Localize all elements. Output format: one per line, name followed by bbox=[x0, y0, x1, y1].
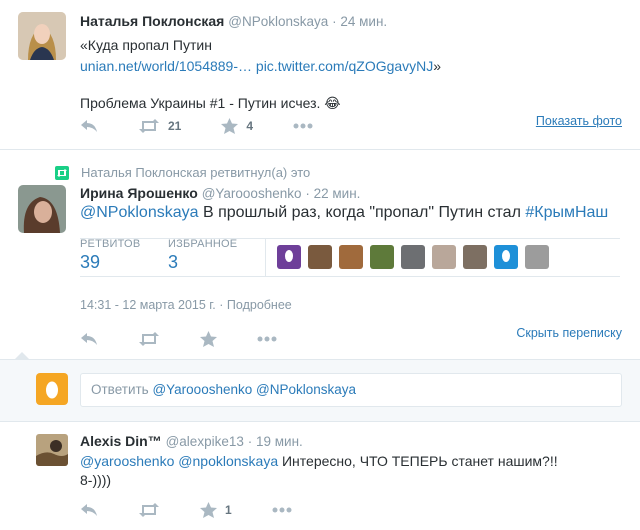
retweets-stat[interactable]: РЕТВИТОВ 39 bbox=[80, 238, 168, 276]
avatar[interactable] bbox=[401, 245, 425, 269]
avatar[interactable] bbox=[370, 245, 394, 269]
more-icon bbox=[293, 123, 313, 129]
egg-icon bbox=[46, 381, 58, 399]
hide-conversation-link[interactable]: Скрыть переписку bbox=[516, 326, 622, 340]
retweet-action[interactable]: 21 bbox=[138, 119, 181, 133]
retweet-action[interactable] bbox=[138, 503, 160, 517]
avatar[interactable] bbox=[18, 12, 66, 60]
tweet-time[interactable]: · 24 мин. bbox=[332, 14, 387, 29]
retweets-label: РЕТВИТОВ bbox=[80, 238, 141, 250]
avatar[interactable] bbox=[432, 245, 456, 269]
reply-icon bbox=[81, 333, 97, 345]
mention-link[interactable]: @NPoklonskaya bbox=[80, 204, 199, 221]
more-action[interactable] bbox=[272, 507, 292, 513]
reply-input[interactable]: Ответить @Yaroooshenko @NPoklonskaya bbox=[80, 373, 622, 407]
reply-action[interactable] bbox=[80, 332, 98, 346]
reply-icon bbox=[81, 504, 97, 516]
tweet-text: В прошлый раз, когда "пропал" Путин стал bbox=[198, 204, 526, 221]
retweet-count: 21 bbox=[168, 119, 182, 133]
star-icon bbox=[200, 502, 217, 518]
avatar[interactable] bbox=[463, 245, 487, 269]
reply-action[interactable] bbox=[80, 503, 98, 517]
tweet-alexis: Alexis Din™ @alexpike13 · 19 мин. @yaroo… bbox=[0, 422, 640, 530]
favorites-count: 3 bbox=[168, 252, 179, 272]
tweet-actions bbox=[80, 331, 317, 347]
favorite-count: 4 bbox=[246, 119, 254, 133]
more-icon bbox=[257, 336, 277, 342]
avatar[interactable] bbox=[308, 245, 332, 269]
mention-link[interactable]: @yarooshenko bbox=[80, 453, 174, 469]
more-action[interactable] bbox=[293, 123, 313, 129]
tweet-time[interactable]: · 19 мин. bbox=[248, 434, 303, 449]
avatar[interactable] bbox=[18, 185, 66, 233]
author-name[interactable]: Ирина Ярошенко bbox=[80, 185, 198, 201]
retweeted-by-notice[interactable]: Наталья Поклонская ретвитнул(а) это bbox=[81, 165, 310, 180]
details-link[interactable]: · Подробнее bbox=[219, 298, 291, 312]
avatar[interactable] bbox=[494, 245, 518, 269]
tweet-text-line1: «Куда пропал Путин bbox=[80, 37, 212, 53]
retweet-action[interactable] bbox=[138, 332, 160, 346]
tweet-yaroshenko: Наталья Поклонская ретвитнул(а) это Ирин… bbox=[0, 150, 640, 360]
favorites-stat[interactable]: ИЗБРАННОЕ 3 bbox=[168, 238, 265, 276]
author-handle[interactable]: @NPoklonskaya bbox=[228, 14, 328, 29]
tweet-actions: 1 bbox=[80, 502, 332, 518]
reply-mention: @Yaroooshenko bbox=[152, 382, 253, 397]
author-name[interactable]: Alexis Din™ bbox=[80, 433, 162, 449]
reply-caret bbox=[14, 352, 30, 360]
mention-link[interactable]: @npoklonskaya bbox=[178, 453, 278, 469]
article-link[interactable]: unian.net/world/1054889-… bbox=[80, 58, 252, 74]
author-handle[interactable]: @Yaroooshenko bbox=[202, 186, 302, 201]
tweet-stats: РЕТВИТОВ 39 ИЗБРАННОЕ 3 bbox=[80, 238, 556, 276]
tweet-text: Интересно, ЧТО ТЕПЕРЬ станет нашим?!! bbox=[278, 453, 558, 469]
retweet-icon bbox=[55, 165, 69, 180]
reply-action[interactable] bbox=[80, 119, 98, 133]
tweet-actions: 21 4 bbox=[80, 118, 353, 134]
favorite-action[interactable]: 4 bbox=[221, 118, 253, 134]
favoriter-avatars bbox=[277, 238, 556, 276]
tweet-poklonskaya: Наталья Поклонская @NPoklonskaya · 24 ми… bbox=[0, 0, 640, 150]
avatar[interactable] bbox=[525, 245, 549, 269]
reply-area: Ответить @Yaroooshenko @NPoklonskaya bbox=[0, 352, 640, 422]
photo-link[interactable]: pic.twitter.com/qZOGgavyNJ bbox=[256, 58, 433, 74]
star-icon bbox=[200, 331, 217, 347]
reply-placeholder: Ответить bbox=[91, 382, 153, 397]
tweet-text-line2: 8-)))) bbox=[80, 472, 112, 488]
tweet-time[interactable]: · 22 мин. bbox=[305, 186, 360, 201]
reply-mention: @NPoklonskaya bbox=[256, 382, 357, 397]
close-quote: » bbox=[433, 58, 442, 74]
more-action[interactable] bbox=[257, 336, 277, 342]
avatar bbox=[36, 373, 68, 405]
retweet-icon bbox=[139, 332, 159, 346]
reply-icon bbox=[81, 120, 97, 132]
favorite-count: 1 bbox=[225, 503, 232, 517]
tweet-text-line2: Проблема Украины #1 - Путин исчез. 😂 bbox=[80, 95, 341, 111]
favorites-label: ИЗБРАННОЕ bbox=[168, 238, 238, 250]
retweet-icon bbox=[139, 119, 159, 133]
author-handle[interactable]: @alexpike13 bbox=[166, 434, 244, 449]
more-icon bbox=[272, 507, 292, 513]
avatar[interactable] bbox=[277, 245, 301, 269]
hashtag-link[interactable]: #КрымНаш bbox=[525, 204, 608, 221]
show-photo-link[interactable]: Показать фото bbox=[536, 114, 622, 128]
favorite-action[interactable]: 1 bbox=[200, 502, 232, 518]
retweet-icon bbox=[139, 503, 159, 517]
author-name[interactable]: Наталья Поклонская bbox=[80, 13, 224, 29]
avatar[interactable] bbox=[339, 245, 363, 269]
star-icon bbox=[221, 118, 239, 134]
favorite-action[interactable] bbox=[200, 331, 217, 347]
tweet-timestamp[interactable]: 14:31 - 12 марта 2015 г. bbox=[80, 298, 216, 312]
avatar[interactable] bbox=[36, 434, 68, 466]
retweets-count: 39 bbox=[80, 252, 101, 272]
